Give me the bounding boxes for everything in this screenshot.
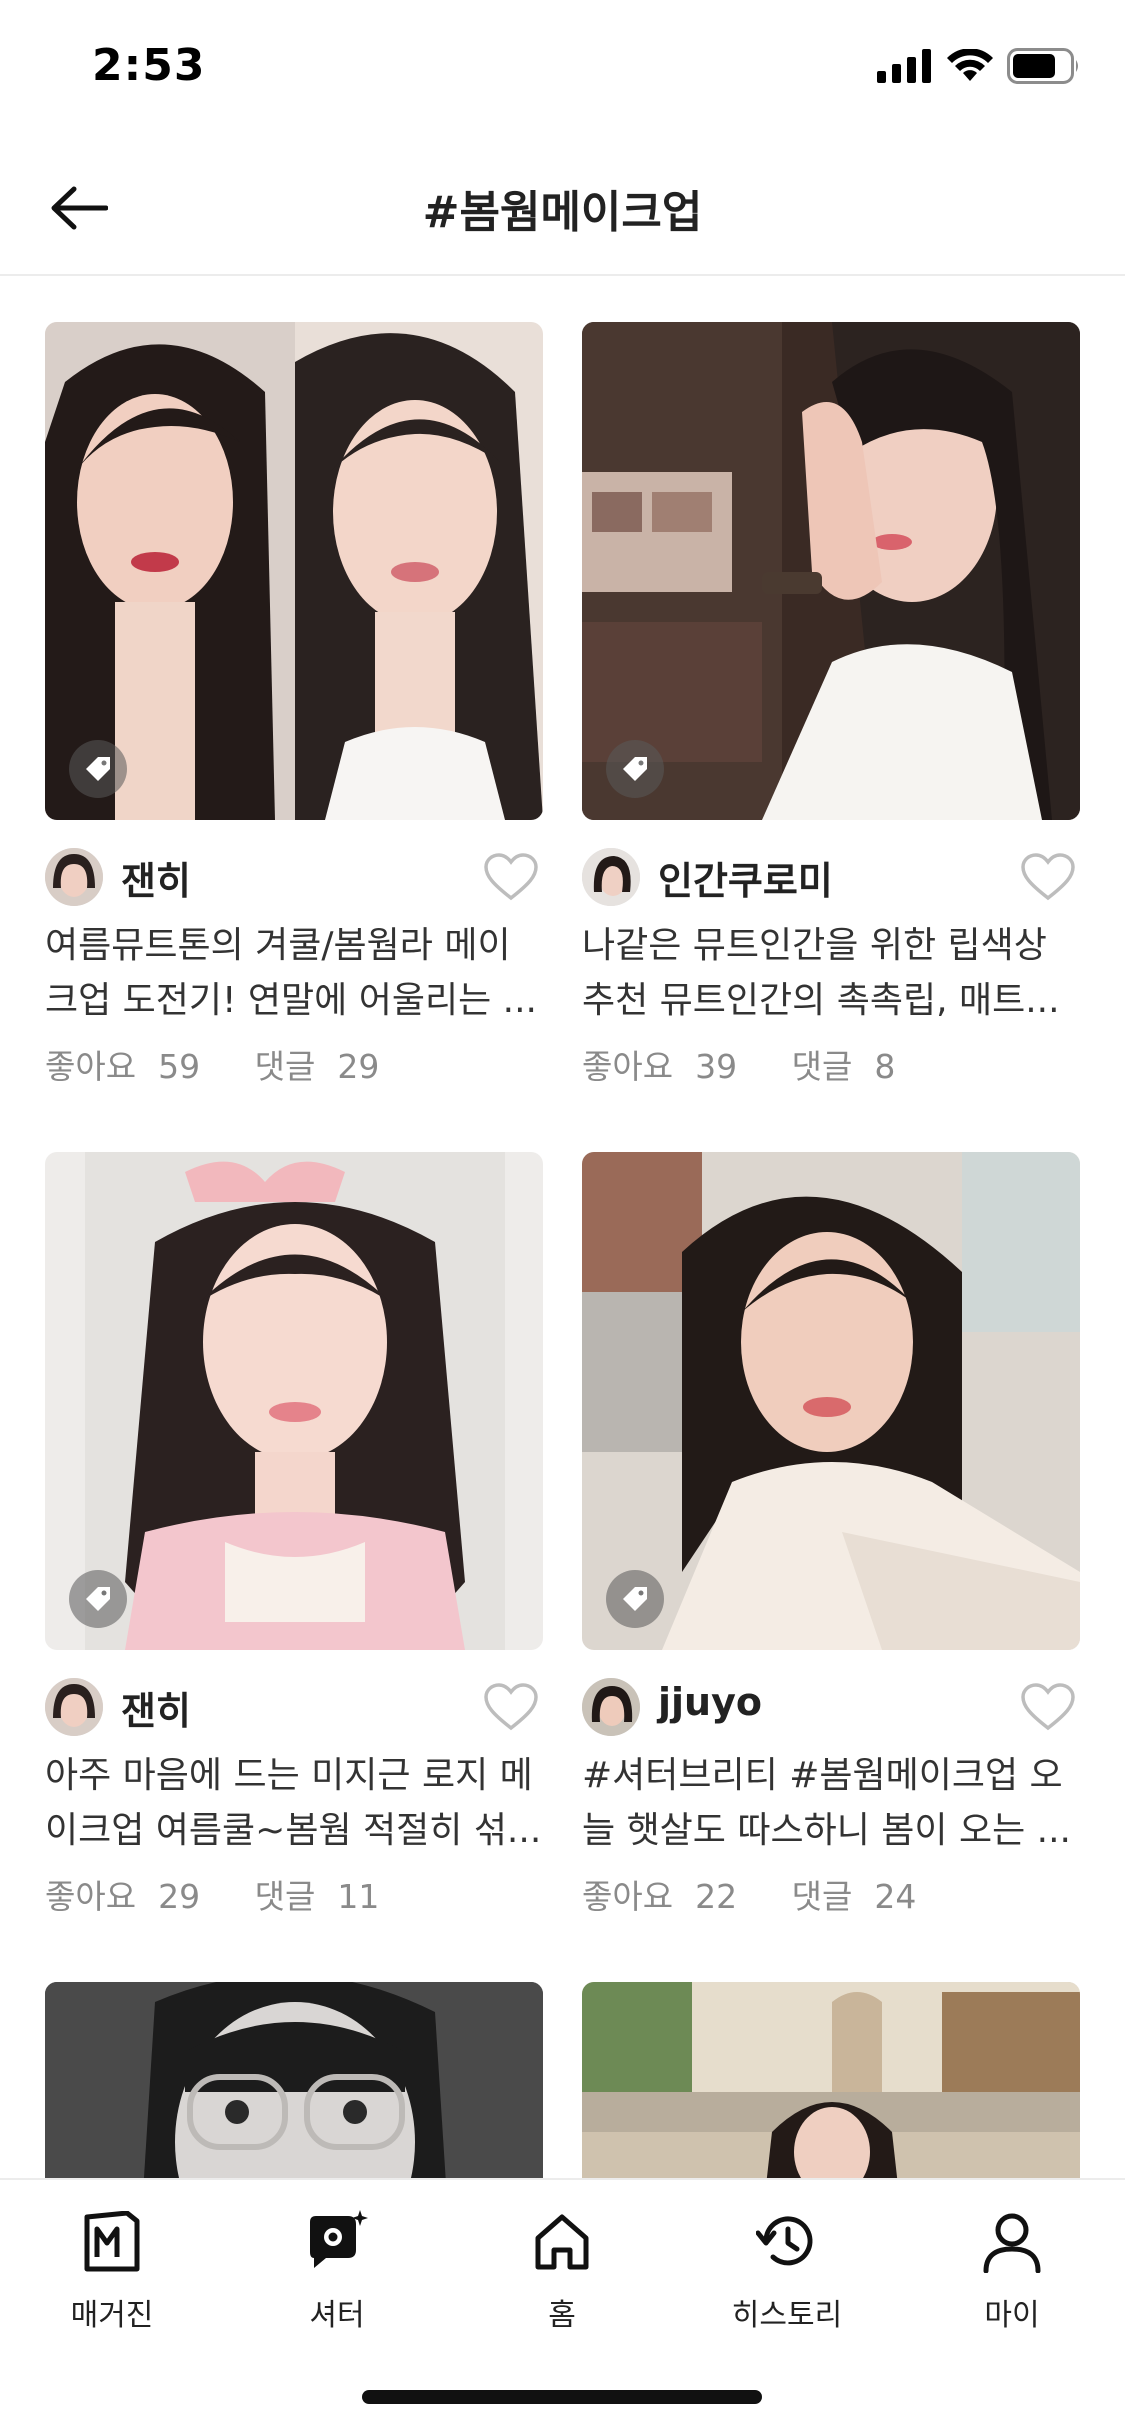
status-icons (877, 48, 1081, 84)
post-stats: 좋아요 22 댓글 24 (582, 1870, 1080, 1918)
comments-label: 댓글 (254, 1047, 316, 1086)
author-name[interactable]: 잰히 (121, 850, 191, 905)
likes-count: 59 (158, 1047, 201, 1086)
post-image[interactable] (45, 322, 543, 820)
post-description[interactable]: 나같은 뮤트인간을 위한 립색상 추천 뮤트인간의 촉촉립, 매트... (582, 918, 1080, 1028)
post-card[interactable]: 인간쿠로미 나같은 뮤트인간을 위한 립색상 추천 뮤트인간의 촉촉립, 매트.… (582, 322, 1080, 1088)
post-card[interactable] (45, 1982, 543, 2178)
profile-icon (983, 2213, 1041, 2273)
nav-shutter[interactable]: 셔터 (237, 2202, 437, 2334)
tag-icon (86, 1587, 110, 1611)
wifi-icon (947, 49, 993, 81)
history-icon (756, 2216, 813, 2266)
comments-count: 24 (874, 1877, 917, 1916)
comments-label: 댓글 (254, 1877, 316, 1916)
magazine-icon (84, 2211, 140, 2272)
tag-badge (606, 1570, 664, 1628)
likes-label: 좋아요 (582, 1047, 674, 1086)
post-card[interactable]: 잰히 여름뮤트톤의 겨쿨/봄웜라 메이크업 도전기! 연말에 어울리는 ... … (45, 322, 543, 1088)
tag-icon (623, 757, 647, 781)
nav-shutter-label: 셔터 (309, 2298, 365, 2333)
top-header: #봄웜메이크업 (0, 140, 1125, 276)
avatar[interactable] (45, 1678, 103, 1736)
nav-magazine[interactable]: 매거진 (12, 2202, 212, 2334)
likes-count: 22 (695, 1877, 738, 1916)
comments-count: 8 (874, 1047, 896, 1086)
tag-badge (606, 740, 664, 798)
likes-count: 29 (158, 1877, 201, 1916)
post-image[interactable] (582, 1152, 1080, 1650)
post-stats: 좋아요 29 댓글 11 (45, 1870, 543, 1918)
signal-icon (877, 49, 931, 83)
shutter-icon (310, 2210, 368, 2268)
avatar[interactable] (582, 1678, 640, 1736)
author-name[interactable]: 잰히 (121, 1680, 191, 1735)
heart-icon[interactable] (1020, 1682, 1076, 1732)
nav-history[interactable]: 히스토리 (687, 2202, 887, 2334)
heart-icon[interactable] (483, 852, 539, 902)
nav-home[interactable]: 홈 (462, 2202, 662, 2334)
likes-label: 좋아요 (45, 1877, 137, 1916)
likes-label: 좋아요 (45, 1047, 137, 1086)
comments-count: 29 (337, 1047, 380, 1086)
post-card[interactable] (582, 1982, 1080, 2178)
nav-history-label: 히스토리 (731, 2298, 843, 2333)
likes-label: 좋아요 (582, 1877, 674, 1916)
nav-my[interactable]: 마이 (912, 2202, 1112, 2334)
home-icon (535, 2214, 589, 2270)
nav-my-label: 마이 (984, 2298, 1040, 2333)
tag-icon (86, 757, 110, 781)
heart-icon[interactable] (1020, 852, 1076, 902)
post-description[interactable]: 여름뮤트톤의 겨쿨/봄웜라 메이크업 도전기! 연말에 어울리는 ... (45, 918, 543, 1028)
post-card[interactable]: 잰히 아주 마음에 드는 미지근 로지 메이크업 여름쿨~봄웜 적절히 섞...… (45, 1152, 543, 1918)
post-image[interactable] (582, 1982, 1080, 2178)
status-time: 2:53 (92, 40, 206, 91)
heart-icon[interactable] (483, 1682, 539, 1732)
comments-label: 댓글 (791, 1047, 853, 1086)
comments-label: 댓글 (791, 1877, 853, 1916)
author-name[interactable]: jjuyo (658, 1680, 762, 1724)
nav-home-label: 홈 (548, 2298, 576, 2333)
tag-icon (623, 1587, 647, 1611)
post-image[interactable] (582, 322, 1080, 820)
tag-badge (69, 1570, 127, 1628)
post-description[interactable]: 아주 마음에 드는 미지근 로지 메이크업 여름쿨~봄웜 적절히 섞... (45, 1748, 543, 1858)
post-card[interactable]: jjuyo #셔터브리티 #봄웜메이크업 오늘 햇살도 따스하니 봄이 오는 .… (582, 1152, 1080, 1918)
post-stats: 좋아요 39 댓글 8 (582, 1040, 1080, 1088)
home-indicator[interactable] (362, 2390, 762, 2404)
status-bar: 2:53 (0, 0, 1125, 140)
post-stats: 좋아요 59 댓글 29 (45, 1040, 543, 1088)
avatar[interactable] (582, 848, 640, 906)
tag-badge (69, 740, 127, 798)
post-description[interactable]: #셔터브리티 #봄웜메이크업 오늘 햇살도 따스하니 봄이 오는 ... (582, 1748, 1080, 1858)
likes-count: 39 (695, 1047, 738, 1086)
post-image[interactable] (45, 1152, 543, 1650)
post-image[interactable] (45, 1982, 543, 2178)
page-title: #봄웜메이크업 (422, 187, 703, 238)
author-name[interactable]: 인간쿠로미 (658, 850, 833, 905)
comments-count: 11 (337, 1877, 380, 1916)
post-feed[interactable]: 잰히 여름뮤트톤의 겨쿨/봄웜라 메이크업 도전기! 연말에 어울리는 ... … (0, 278, 1125, 2178)
nav-magazine-label: 매거진 (70, 2298, 154, 2333)
battery-icon (1007, 48, 1078, 84)
avatar[interactable] (45, 848, 103, 906)
